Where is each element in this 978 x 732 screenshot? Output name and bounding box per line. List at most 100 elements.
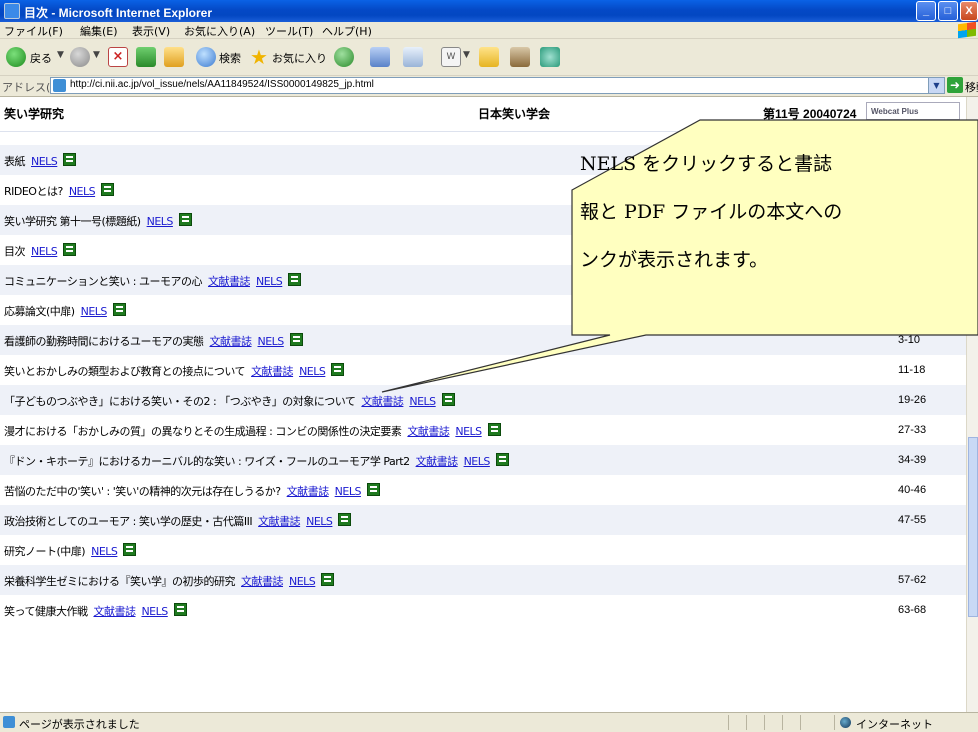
bunken-shoshi-link[interactable]: 文献書誌 bbox=[287, 485, 330, 498]
menu-view[interactable]: 表示(V) bbox=[132, 23, 170, 39]
article-line: 栄養科学生ゼミにおける『笑い学』の初歩的研究 文献書誌 NELS bbox=[4, 573, 335, 589]
pdf-icon[interactable] bbox=[487, 423, 501, 436]
pdf-icon[interactable] bbox=[366, 483, 380, 496]
article-line: 『ドン・キホーテ』におけるカーニバル的な笑い : ワイズ・フールのユーモア学 P… bbox=[4, 453, 509, 469]
media-icon[interactable] bbox=[334, 47, 354, 67]
article-row: 「子どものつぶやき」における笑い・その2 : 「つぶやき」の対象について 文献書誌… bbox=[0, 385, 966, 415]
search-button-label[interactable]: 検索 bbox=[219, 50, 241, 66]
status-divider bbox=[728, 715, 729, 730]
refresh-icon[interactable] bbox=[136, 47, 156, 67]
scrollbar-thumb[interactable] bbox=[968, 437, 978, 617]
pdf-icon[interactable] bbox=[331, 363, 345, 376]
pdf-icon[interactable] bbox=[495, 453, 509, 466]
article-line: 「子どものつぶやき」における笑い・その2 : 「つぶやき」の対象について 文献書誌… bbox=[4, 393, 455, 409]
stop-icon[interactable]: × bbox=[108, 47, 128, 67]
minimize-button[interactable]: _ bbox=[916, 1, 936, 21]
nels-link[interactable]: NELS bbox=[31, 155, 58, 168]
pdf-icon[interactable] bbox=[441, 393, 455, 406]
go-arrow-icon[interactable]: ➜ bbox=[947, 77, 963, 93]
pdf-icon[interactable] bbox=[123, 543, 137, 556]
home-icon[interactable] bbox=[164, 47, 184, 67]
article-row: 『ドン・キホーテ』におけるカーニバル的な笑い : ワイズ・フールのユーモア学 P… bbox=[0, 445, 966, 475]
bunken-shoshi-link[interactable]: 文献書誌 bbox=[210, 335, 253, 348]
bunken-shoshi-link[interactable]: 文献書誌 bbox=[361, 395, 404, 408]
internet-zone-icon bbox=[840, 717, 851, 728]
nels-link[interactable]: NELS bbox=[299, 365, 326, 378]
messenger-icon[interactable] bbox=[540, 47, 560, 67]
nels-link[interactable]: NELS bbox=[141, 605, 168, 618]
back-arrow-icon[interactable] bbox=[6, 47, 26, 67]
nels-link[interactable]: NELS bbox=[258, 335, 285, 348]
menu-tools[interactable]: ツール(T) bbox=[265, 23, 313, 39]
article-row: 笑って健康大作戦 文献書誌 NELS 63-68 bbox=[0, 595, 966, 625]
nels-link[interactable]: NELS bbox=[335, 485, 362, 498]
bunken-shoshi-link[interactable]: 文献書誌 bbox=[416, 455, 459, 468]
page-status-icon bbox=[3, 716, 15, 728]
pdf-icon[interactable] bbox=[112, 303, 126, 316]
pdf-icon[interactable] bbox=[289, 333, 303, 346]
article-title: 栄養科学生ゼミにおける『笑い学』の初歩的研究 bbox=[4, 575, 236, 588]
close-button[interactable]: X bbox=[960, 1, 978, 21]
bunken-shoshi-link[interactable]: 文献書誌 bbox=[241, 575, 284, 588]
pdf-icon[interactable] bbox=[63, 243, 77, 256]
pdf-icon[interactable] bbox=[101, 183, 115, 196]
bunken-shoshi-link[interactable]: 文献書誌 bbox=[208, 275, 251, 288]
bunken-shoshi-link[interactable]: 文献書誌 bbox=[93, 605, 136, 618]
pdf-icon[interactable] bbox=[288, 273, 302, 286]
pdf-icon[interactable] bbox=[338, 513, 352, 526]
article-line: 表紙 NELS bbox=[4, 153, 77, 169]
bunken-shoshi-link[interactable]: 文献書誌 bbox=[407, 425, 450, 438]
menu-help[interactable]: ヘルプ(H) bbox=[322, 23, 372, 39]
status-divider bbox=[746, 715, 747, 730]
pdf-icon[interactable] bbox=[173, 603, 187, 616]
ie-app-icon[interactable] bbox=[4, 3, 20, 19]
nels-link[interactable]: NELS bbox=[81, 305, 108, 318]
print-icon[interactable]: W bbox=[441, 47, 461, 67]
nels-link[interactable]: NELS bbox=[147, 215, 174, 228]
nels-link[interactable]: NELS bbox=[69, 185, 96, 198]
nels-link[interactable]: NELS bbox=[464, 455, 491, 468]
folder-icon[interactable] bbox=[479, 47, 499, 67]
bunken-shoshi-link[interactable]: 文献書誌 bbox=[258, 515, 301, 528]
menu-file[interactable]: ファイル(F) bbox=[4, 23, 63, 39]
address-input[interactable]: http://ci.nii.ac.jp/vol_issue/nels/AA118… bbox=[50, 77, 945, 94]
article-pages: 34-39 bbox=[898, 454, 927, 466]
history-icon[interactable] bbox=[370, 47, 390, 67]
pdf-icon[interactable] bbox=[178, 213, 192, 226]
article-title: 研究ノート(中扉) bbox=[4, 545, 86, 558]
maximize-button[interactable]: □ bbox=[938, 1, 958, 21]
nels-link[interactable]: NELS bbox=[256, 275, 283, 288]
journal-title: 笑い学研究 bbox=[4, 107, 65, 121]
pdf-icon[interactable] bbox=[321, 573, 335, 586]
page-icon bbox=[53, 79, 66, 92]
menu-edit[interactable]: 編集(E) bbox=[80, 23, 118, 39]
nels-link[interactable]: NELS bbox=[409, 395, 436, 408]
favorites-star-icon[interactable]: ★ bbox=[250, 47, 270, 67]
status-message: ページが表示されました bbox=[19, 718, 140, 731]
forward-arrow-icon[interactable] bbox=[70, 47, 90, 67]
article-line: 漫才における「おかしみの質」の異なりとその生成過程 : コンビの関係性の決定要素… bbox=[4, 423, 501, 439]
bunken-shoshi-link[interactable]: 文献書誌 bbox=[251, 365, 294, 378]
mail-icon[interactable] bbox=[403, 47, 423, 67]
research-icon[interactable] bbox=[510, 47, 530, 67]
nels-link[interactable]: NELS bbox=[289, 575, 316, 588]
address-dropdown-icon[interactable]: ▼ bbox=[928, 78, 944, 93]
back-button-label[interactable]: 戻る bbox=[30, 50, 52, 66]
search-icon[interactable] bbox=[196, 47, 216, 67]
article-line: 応募論文(中扉) NELS bbox=[4, 303, 126, 319]
windows-logo-icon bbox=[958, 21, 976, 39]
favorites-button-label[interactable]: お気に入り bbox=[272, 50, 327, 66]
menu-favorites[interactable]: お気に入り(A) bbox=[184, 23, 255, 39]
article-line: 苦悩のただ中の'笑い' : '笑い'の精神的次元は存在しうるか? 文献書誌 NELS bbox=[4, 483, 380, 499]
address-url[interactable]: http://ci.nii.ac.jp/vol_issue/nels/AA118… bbox=[70, 79, 374, 90]
nels-link[interactable]: NELS bbox=[91, 545, 118, 558]
go-button-label[interactable]: 移動 bbox=[965, 79, 978, 95]
edit-dropdown-icon[interactable]: ▼ bbox=[463, 50, 470, 60]
nels-link[interactable]: NELS bbox=[306, 515, 333, 528]
webcat-plus-logo[interactable]: Webcat Plus bbox=[866, 102, 960, 120]
back-dropdown-icon[interactable]: ▼ bbox=[57, 50, 64, 60]
nels-link[interactable]: NELS bbox=[455, 425, 482, 438]
nels-link[interactable]: NELS bbox=[31, 245, 58, 258]
pdf-icon[interactable] bbox=[63, 153, 77, 166]
forward-dropdown-icon[interactable]: ▼ bbox=[93, 50, 100, 60]
